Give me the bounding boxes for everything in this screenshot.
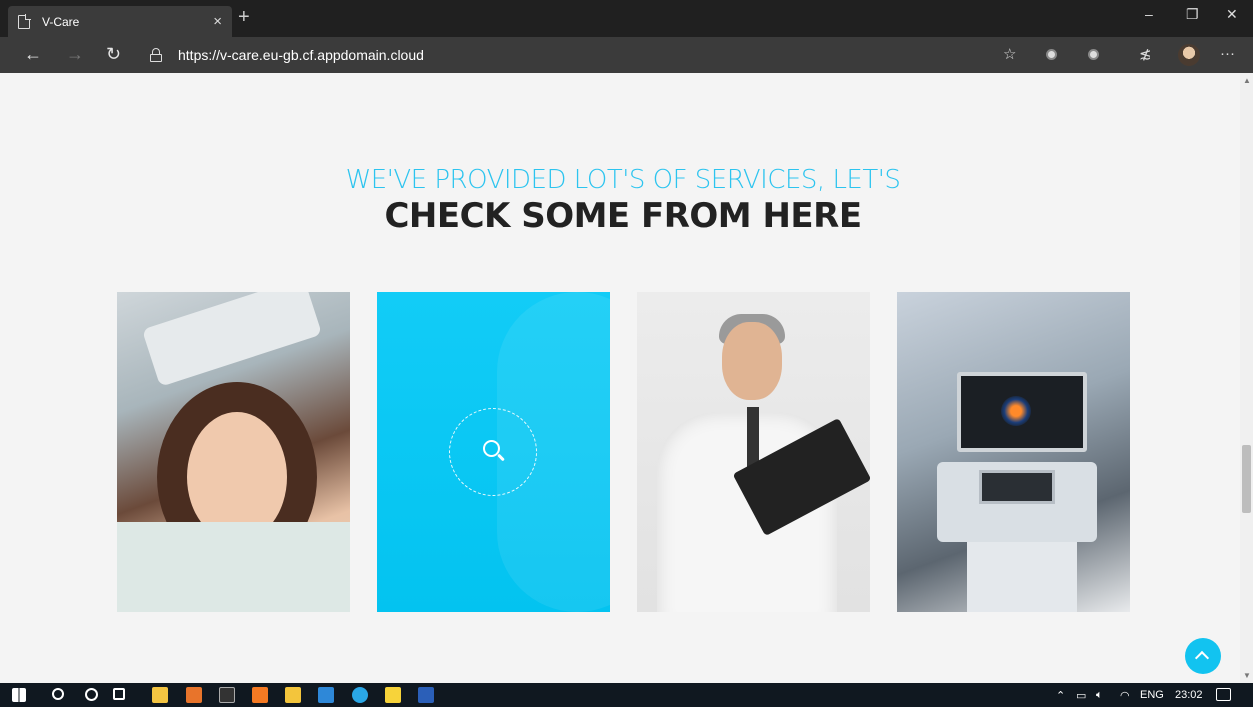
language-indicator[interactable]: ENG	[1140, 689, 1164, 701]
address-field[interactable]: https://v-care.eu-gb.cf.appdomain.cloud	[178, 47, 424, 63]
windows-taskbar: ⌃ ▭ 🔈︎ ◠ ENG 23:02	[0, 683, 1253, 707]
tray-chevron-up-icon[interactable]: ⌃	[1056, 689, 1065, 702]
scroll-thumb[interactable]	[1242, 445, 1251, 513]
sticky-notes-icon[interactable]	[385, 687, 401, 703]
clock[interactable]: 23:02	[1175, 689, 1203, 701]
file-explorer-icon[interactable]	[285, 687, 301, 703]
control-panel-shape	[979, 470, 1055, 504]
service-card-search[interactable]	[377, 292, 610, 612]
service-card-doctor[interactable]	[637, 292, 870, 612]
cmd-icon[interactable]	[219, 687, 235, 703]
lock-icon[interactable]	[150, 48, 162, 62]
back-to-top-button[interactable]	[1185, 638, 1221, 674]
more-menu-icon[interactable]: ···	[1220, 45, 1235, 62]
browser-tab-vcare[interactable]: V-Care ×	[8, 6, 232, 37]
ultrasound-image	[1001, 396, 1031, 426]
scroll-down-arrow-icon[interactable]: ▼	[1243, 671, 1251, 680]
notification-icon[interactable]	[1216, 688, 1231, 701]
tab-title: V-Care	[42, 14, 80, 29]
profile-avatar[interactable]	[1178, 44, 1200, 66]
windows-start-icon[interactable]	[12, 688, 26, 702]
wifi-icon[interactable]: ◠	[1120, 689, 1130, 702]
mail-icon[interactable]	[318, 687, 334, 703]
battery-icon[interactable]: ▭	[1076, 689, 1086, 702]
word-icon[interactable]	[418, 687, 434, 703]
address-bar-row: ← → ↻ https://v-care.eu-gb.cf.appdomain.…	[0, 37, 1253, 73]
browser-titlebar: V-Care × + – ❐ ✕	[0, 0, 1253, 37]
extension-icon[interactable]	[1046, 49, 1057, 60]
favorite-star-icon[interactable]: ☆	[1003, 45, 1016, 63]
edge-icon[interactable]	[352, 687, 368, 703]
search-icon[interactable]	[52, 688, 64, 700]
sublime-icon[interactable]	[186, 687, 202, 703]
treatment-lamp	[141, 292, 323, 387]
extension-icon-2[interactable]	[1088, 49, 1099, 60]
search-icon[interactable]	[483, 440, 505, 462]
store-icon[interactable]	[152, 687, 168, 703]
service-card-ultrasound[interactable]	[897, 292, 1130, 612]
service-card-facial[interactable]	[117, 292, 350, 612]
back-button[interactable]: ←	[24, 44, 42, 65]
tie-shape	[747, 407, 759, 467]
minimize-button[interactable]: –	[1145, 6, 1153, 22]
new-tab-button[interactable]: +	[238, 7, 250, 27]
scroll-up-arrow-icon[interactable]: ▲	[1243, 76, 1251, 85]
restore-button[interactable]: ❐	[1186, 6, 1199, 23]
page-icon	[18, 13, 31, 29]
cortana-icon[interactable]	[85, 688, 98, 701]
close-window-button[interactable]: ✕	[1226, 6, 1238, 23]
section-subtitle: WE'VE PROVIDED LOT'S OF SERVICES, LET'S	[345, 165, 901, 195]
machine-base-shape	[967, 542, 1077, 612]
refresh-button[interactable]: ↻	[106, 44, 121, 65]
page-scrollbar[interactable]: ▲ ▼	[1240, 73, 1253, 683]
monitor-shape	[957, 372, 1087, 452]
towel-shape	[117, 522, 350, 612]
section-title: CHECK SOME FROM HERE	[384, 196, 862, 236]
chevron-up-icon	[1194, 650, 1210, 666]
page-content: WE'VE PROVIDED LOT'S OF SERVICES, LET'S …	[0, 73, 1240, 683]
xampp-icon[interactable]	[252, 687, 268, 703]
doctor-head-shape	[722, 322, 782, 400]
favorites-list-icon[interactable]: ≴	[1139, 45, 1152, 63]
tab-close-icon[interactable]: ×	[213, 13, 222, 30]
task-view-icon[interactable]	[113, 688, 125, 700]
forward-button[interactable]: →	[66, 44, 84, 65]
volume-icon[interactable]: 🔈︎	[1096, 689, 1103, 702]
